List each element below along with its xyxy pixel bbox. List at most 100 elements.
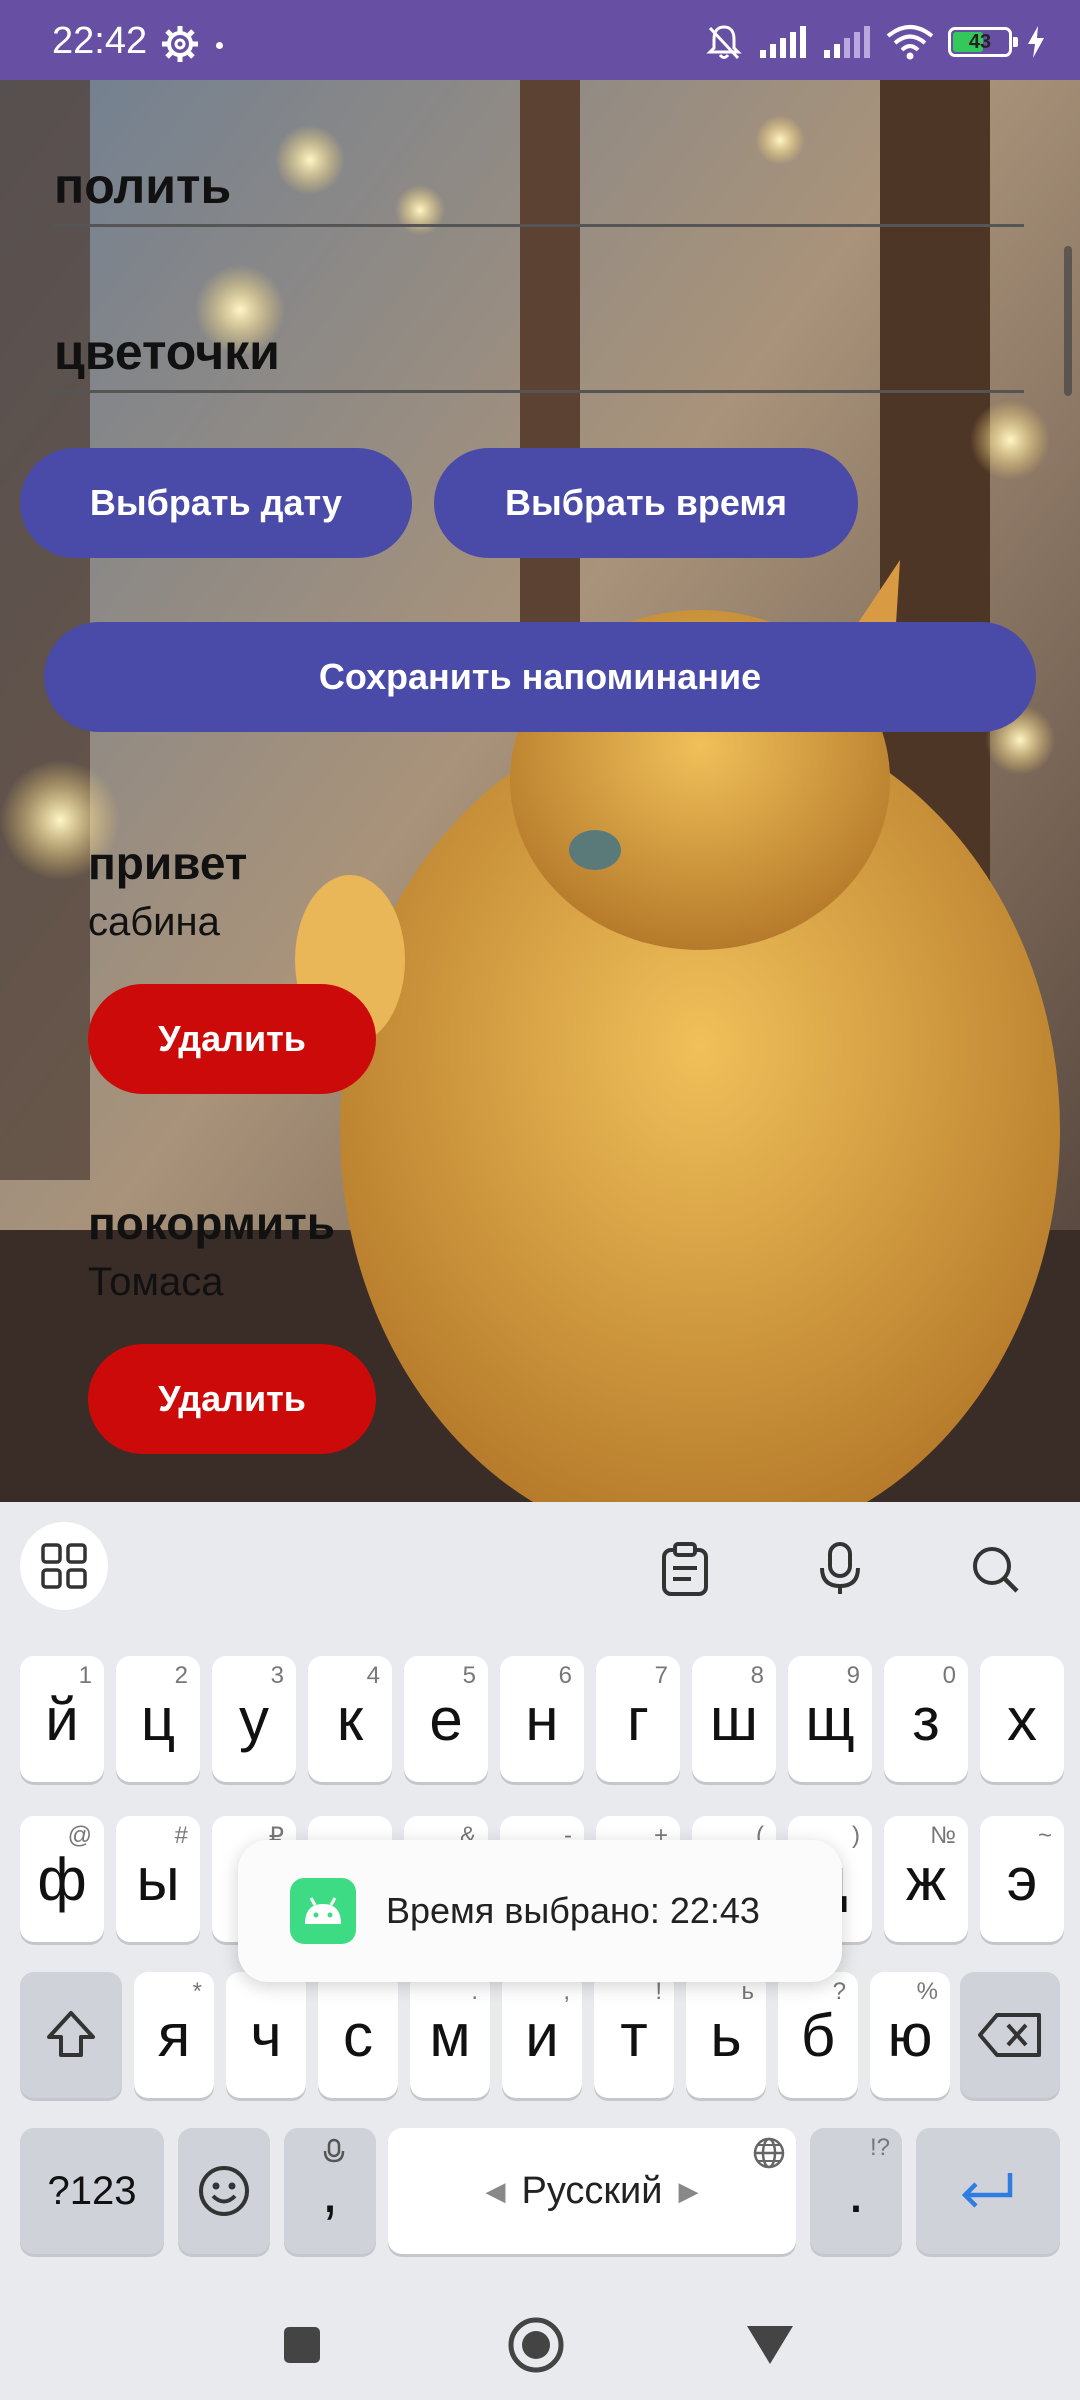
key-hint: № xyxy=(930,1822,956,1849)
key[interactable]: и, xyxy=(502,1972,582,2098)
key-label: у xyxy=(239,1685,269,1753)
key[interactable]: м. xyxy=(410,1972,490,2098)
battery-level: 43 xyxy=(968,30,992,53)
enter-icon xyxy=(961,2173,1013,2208)
key-label: т xyxy=(620,2001,648,2069)
key-hint: ь xyxy=(741,1978,754,2005)
key[interactable]: с xyxy=(318,1972,398,2098)
title-input[interactable]: полить xyxy=(54,156,1024,216)
key[interactable]: т! xyxy=(594,1972,674,2098)
title-underline xyxy=(54,224,1024,227)
key-hint: ? xyxy=(832,1978,846,2005)
key[interactable]: ьь xyxy=(686,1972,766,2098)
pick-date-button[interactable]: Выбрать дату xyxy=(20,448,412,558)
comma-key[interactable]: , xyxy=(284,2128,376,2254)
key[interactable]: к4 xyxy=(308,1656,392,1782)
key[interactable]: у3 xyxy=(212,1656,296,1782)
key[interactable]: з0 xyxy=(884,1656,968,1782)
key-label: ф xyxy=(37,1845,87,1913)
symbols-key[interactable]: ?123 xyxy=(20,2128,164,2254)
key-hint: . xyxy=(471,1978,478,2005)
signal-icon xyxy=(824,26,870,58)
key[interactable]: х xyxy=(980,1656,1064,1782)
key[interactable]: ч xyxy=(226,1972,306,2098)
key-hint: % xyxy=(916,1978,938,2005)
key-label: . xyxy=(847,2157,865,2225)
home-button[interactable] xyxy=(496,2310,576,2380)
reminder-text: сабина xyxy=(88,900,220,944)
circle-icon xyxy=(508,2317,564,2373)
key[interactable]: ы # xyxy=(116,1816,200,1942)
key[interactable]: э ~ xyxy=(980,1816,1064,1942)
key-hint: 6 xyxy=(558,1662,572,1689)
search-icon[interactable] xyxy=(950,1534,1040,1604)
key[interactable]: я * xyxy=(134,1972,214,2098)
shift-key[interactable] xyxy=(20,1972,122,2098)
key[interactable]: е5 xyxy=(404,1656,488,1782)
toast-message: Время выбрано: 22:43 xyxy=(386,1890,760,1931)
backspace-key[interactable] xyxy=(960,1972,1060,2098)
charging-icon xyxy=(1028,26,1044,58)
key-label: к xyxy=(336,1685,364,1753)
key-hint: 0 xyxy=(942,1662,956,1689)
key-label: ч xyxy=(250,2001,282,2069)
key-hint: , xyxy=(563,1978,570,2005)
status-bar: 22:42 43 xyxy=(0,0,1080,80)
key[interactable]: н6 xyxy=(500,1656,584,1782)
battery-icon: 43 xyxy=(948,27,1018,57)
key[interactable]: ю% xyxy=(870,1972,950,2098)
key-label: х xyxy=(1007,1685,1037,1753)
key-hint: * xyxy=(192,1978,202,2005)
clipboard-icon[interactable] xyxy=(640,1534,730,1604)
key-label: ь xyxy=(710,2001,742,2069)
key[interactable]: ж № xyxy=(884,1816,968,1942)
toast: Время выбрано: 22:43 xyxy=(238,1840,842,1982)
emoji-key[interactable] xyxy=(178,2128,270,2254)
apps-grid-icon[interactable] xyxy=(20,1522,108,1610)
caret-left-icon: ◀ xyxy=(485,2175,506,2206)
key-label: ю xyxy=(887,2001,933,2069)
save-reminder-button[interactable]: Сохранить напоминание xyxy=(44,622,1036,732)
key-hint: 8 xyxy=(750,1662,764,1689)
back-button[interactable] xyxy=(730,2310,810,2380)
text-input[interactable]: цветочки xyxy=(54,322,1024,382)
pick-time-button[interactable]: Выбрать время xyxy=(434,448,858,558)
delete-reminder-button[interactable]: Удалить xyxy=(88,984,376,1094)
enter-key[interactable] xyxy=(916,2128,1060,2254)
globe-icon xyxy=(753,2137,785,2169)
triangle-icon xyxy=(747,2326,793,2364)
delete-reminder-button[interactable]: Удалить xyxy=(88,1344,376,1454)
key[interactable]: г7 xyxy=(596,1656,680,1782)
square-icon xyxy=(284,2327,320,2363)
recents-button[interactable] xyxy=(262,2310,342,2380)
key-label: н xyxy=(525,1685,559,1753)
key-hint: 3 xyxy=(270,1662,284,1689)
microphone-icon[interactable] xyxy=(795,1534,885,1604)
key-hint: 9 xyxy=(846,1662,860,1689)
key[interactable]: й1 xyxy=(20,1656,104,1782)
key-hint: 5 xyxy=(462,1662,476,1689)
key-label: с xyxy=(343,2001,373,2069)
key-label: г xyxy=(627,1685,649,1753)
key[interactable]: ф @ xyxy=(20,1816,104,1942)
key-hint: ! xyxy=(655,1978,662,2005)
key-hint: # xyxy=(174,1822,188,1849)
key[interactable]: ш8 xyxy=(692,1656,776,1782)
title-field[interactable]: полить xyxy=(54,156,1024,227)
period-key[interactable]: . !? xyxy=(810,2128,902,2254)
scroll-indicator[interactable] xyxy=(1064,246,1072,396)
shift-icon xyxy=(47,2011,95,2057)
key-label: и xyxy=(525,2001,559,2069)
key-hint: 7 xyxy=(654,1662,668,1689)
key[interactable]: щ9 xyxy=(788,1656,872,1782)
space-key[interactable]: ◀ Русский ▶ xyxy=(388,2128,796,2254)
key[interactable]: б? xyxy=(778,1972,858,2098)
key[interactable]: ц2 xyxy=(116,1656,200,1782)
text-field[interactable]: цветочки xyxy=(54,322,1024,393)
reminder-title: покормить xyxy=(88,1197,336,1249)
backspace-icon xyxy=(978,2013,1041,2057)
key-label: э xyxy=(1006,1845,1038,1913)
key-label: , xyxy=(321,2157,339,2225)
reminder-text: Томаса xyxy=(88,1260,224,1304)
key-label: ц xyxy=(140,1685,176,1753)
